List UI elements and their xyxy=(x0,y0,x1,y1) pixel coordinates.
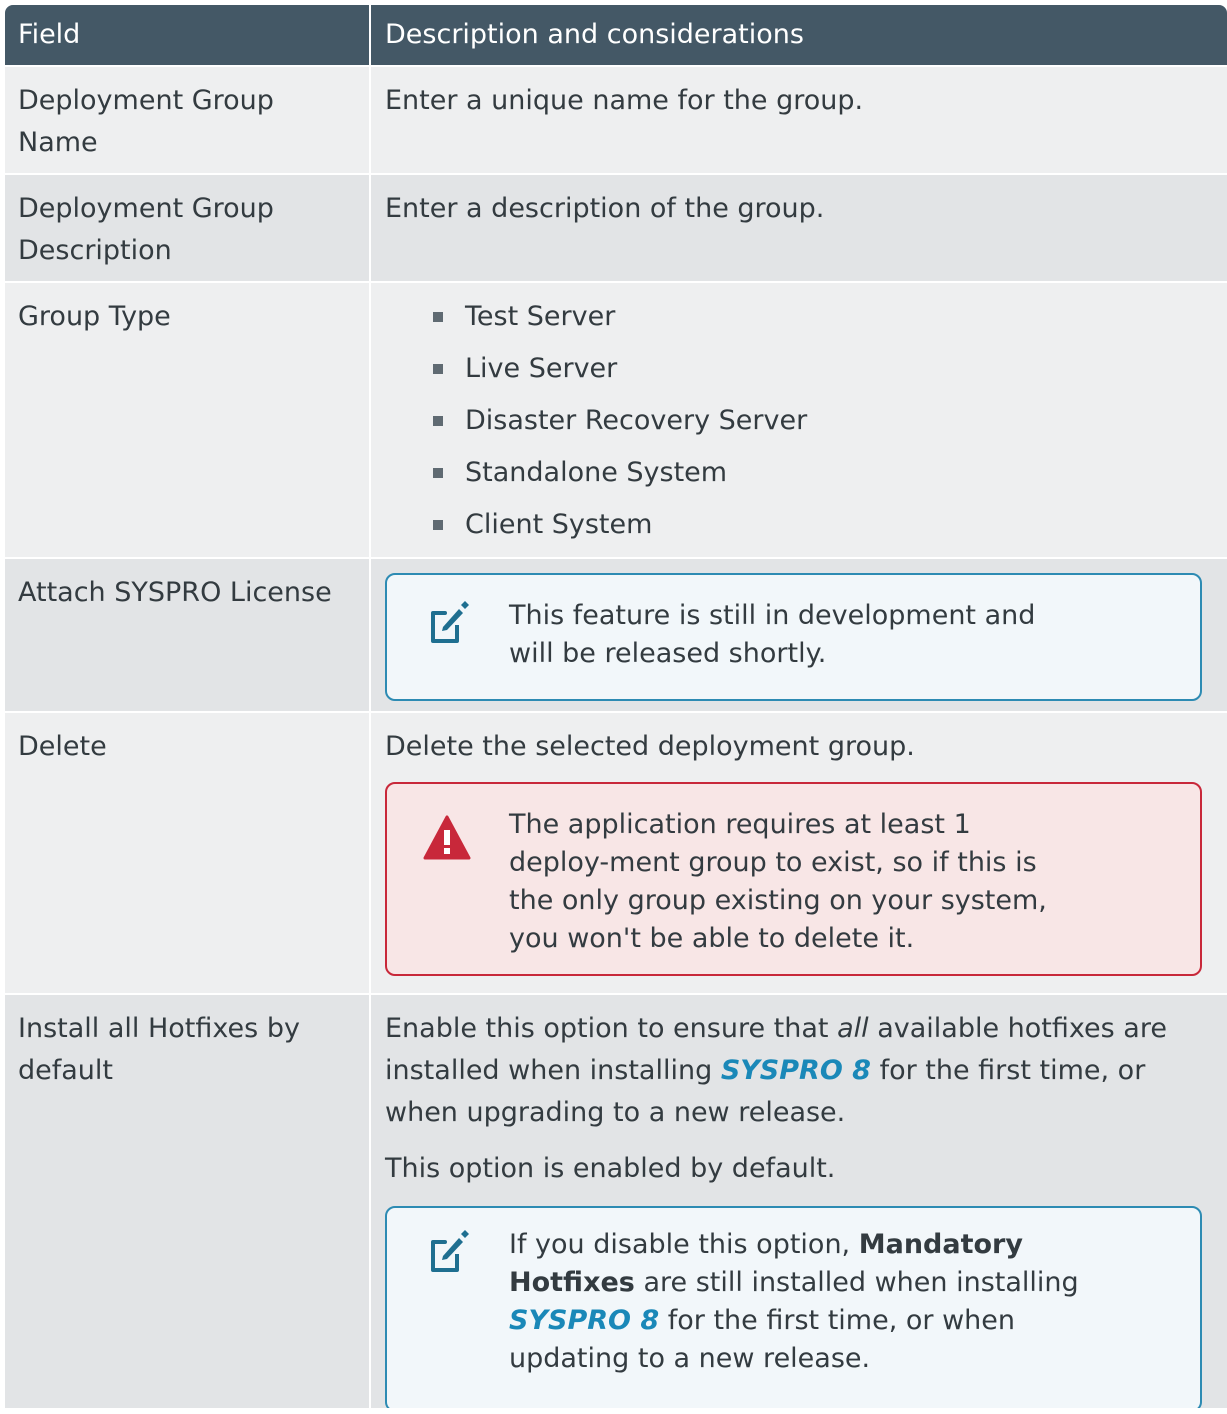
description-cell: This feature is still in development and… xyxy=(371,559,1227,711)
note-pencil-icon xyxy=(431,601,469,643)
warning-triangle-icon xyxy=(423,815,471,860)
list-item: Live Server xyxy=(431,343,1202,395)
delete-description: Delete the selected deployment group. xyxy=(385,731,915,762)
table-row: Install all Hotfixes by default Enable t… xyxy=(5,995,1227,1408)
syspro-link[interactable]: SYSPRO 8 xyxy=(509,1305,659,1336)
bullet-icon xyxy=(433,416,443,426)
hotfixes-note-text: If you disable this option, Mandatory Ho… xyxy=(509,1229,1079,1374)
table-header: Field Description and considerations xyxy=(5,5,1227,67)
bullet-icon xyxy=(433,364,443,374)
bullet-icon xyxy=(433,468,443,478)
description-cell: Enable this option to ensure that all av… xyxy=(371,995,1227,1408)
list-item: Client System xyxy=(431,499,1202,551)
header-description-cell: Description and considerations xyxy=(371,5,1227,65)
delete-warning-callout: The application requires at least 1 depl… xyxy=(385,782,1202,976)
field-cell: Deployment Group Description xyxy=(5,175,371,281)
description-description: Enter a description of the group. xyxy=(385,193,825,224)
hotfixes-description: Enable this option to ensure that all av… xyxy=(385,1013,1167,1128)
field-cell: Group Type xyxy=(5,283,371,557)
group-type-list: Test Server Live Server Disaster Recover… xyxy=(431,291,1202,551)
field-cell: Install all Hotfixes by default xyxy=(5,995,371,1408)
delete-warning-text: The application requires at least 1 depl… xyxy=(509,809,1047,954)
field-group-type-label: Group Type xyxy=(18,301,171,332)
table-row: Attach SYSPRO License This feature is st… xyxy=(5,559,1227,713)
description-cell: Enter a unique name for the group. xyxy=(371,67,1227,173)
bullet-icon xyxy=(433,520,443,530)
field-name-label: Deployment Group Name xyxy=(18,85,274,158)
syspro-link[interactable]: SYSPRO 8 xyxy=(721,1055,871,1086)
list-item: Standalone System xyxy=(431,447,1202,499)
note-pencil-icon xyxy=(431,1230,469,1272)
name-description: Enter a unique name for the group. xyxy=(385,85,864,116)
table-row: Delete Delete the selected deployment gr… xyxy=(5,713,1227,995)
field-delete-label: Delete xyxy=(18,731,107,762)
table-row: Deployment Group Description Enter a des… xyxy=(5,175,1227,283)
description-cell: Delete the selected deployment group. Th… xyxy=(371,713,1227,993)
list-item: Disaster Recovery Server xyxy=(431,395,1202,447)
hotfixes-default-note: This option is enabled by default. xyxy=(385,1153,836,1184)
header-field-cell: Field xyxy=(5,5,371,65)
bullet-icon xyxy=(433,312,443,322)
field-hotfixes-label: Install all Hotfixes by default xyxy=(18,1013,300,1086)
field-description-label: Deployment Group Description xyxy=(18,193,274,266)
fields-table: Field Description and considerations Dep… xyxy=(5,5,1227,1408)
field-cell: Attach SYSPRO License xyxy=(5,559,371,711)
license-note-text: This feature is still in development and… xyxy=(509,600,1036,669)
description-cell: Enter a description of the group. xyxy=(371,175,1227,281)
header-description: Description and considerations xyxy=(385,19,804,50)
field-license-label: Attach SYSPRO License xyxy=(18,577,332,608)
table-row: Deployment Group Name Enter a unique nam… xyxy=(5,67,1227,175)
field-cell: Deployment Group Name xyxy=(5,67,371,173)
field-cell: Delete xyxy=(5,713,371,993)
hotfixes-note-callout: If you disable this option, Mandatory Ho… xyxy=(385,1206,1202,1408)
list-item: Test Server xyxy=(431,291,1202,343)
license-note-callout: This feature is still in development and… xyxy=(385,573,1202,701)
header-field: Field xyxy=(18,19,81,50)
table-row: Group Type Test Server Live Server Disas… xyxy=(5,283,1227,559)
description-cell: Test Server Live Server Disaster Recover… xyxy=(371,283,1227,557)
